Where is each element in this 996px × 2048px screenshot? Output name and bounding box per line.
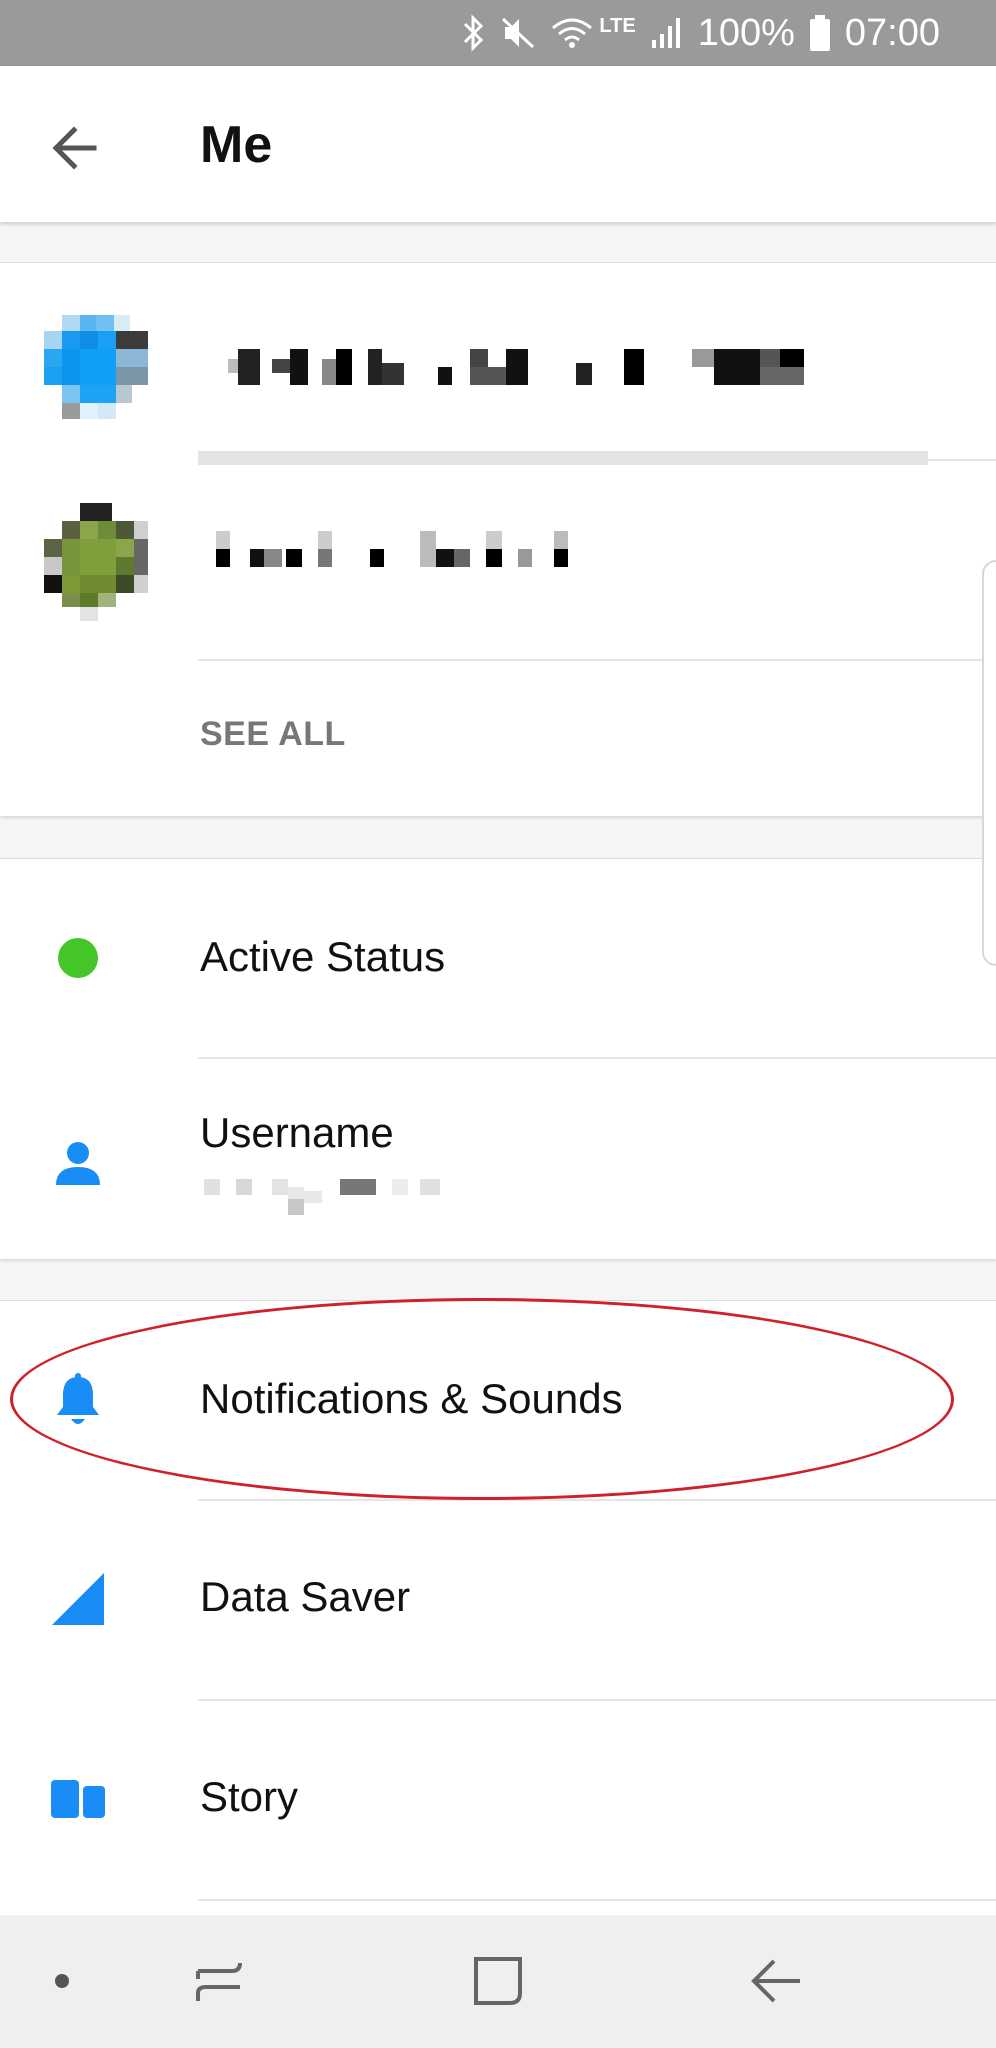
divider (198, 659, 996, 661)
app-bar: Me (0, 66, 996, 222)
green-dot-icon (44, 924, 112, 992)
back-icon[interactable] (744, 1949, 808, 2013)
profile-settings-card: Active Status Username (0, 858, 996, 1259)
story-icon (44, 1765, 112, 1833)
wifi-icon (549, 14, 595, 52)
avatar (44, 315, 148, 419)
preferences-card: Notifications & Sounds Data Saver Story (0, 1300, 996, 1921)
accounts-card: SEE ALL (0, 262, 996, 816)
notifications-sounds-label: Notifications & Sounds (200, 1375, 623, 1422)
avatar (44, 503, 148, 621)
story-item[interactable]: Story (0, 1701, 996, 1899)
page-title: Me (200, 116, 273, 174)
data-saver-item[interactable]: Data Saver (0, 1501, 996, 1699)
see-all-button[interactable]: SEE ALL (200, 715, 346, 754)
signal-triangle-icon (44, 1565, 112, 1633)
bluetooth-icon (461, 14, 487, 52)
bell-icon (44, 1367, 112, 1435)
network-type: LTE (599, 14, 636, 37)
story-label: Story (200, 1773, 299, 1820)
account-name-redacted (214, 531, 586, 567)
signal-icon (650, 16, 684, 50)
username-label: Username (200, 1109, 394, 1156)
clock: 07:00 (844, 11, 940, 54)
person-icon (44, 1129, 112, 1197)
edge-panel-handle[interactable] (982, 560, 996, 966)
recents-icon[interactable] (188, 1949, 252, 2013)
home-icon[interactable] (466, 1949, 530, 2013)
dot-icon[interactable] (30, 1949, 94, 2013)
data-saver-label: Data Saver (200, 1573, 411, 1620)
arrow-back-icon[interactable] (44, 116, 108, 180)
active-status-item[interactable]: Active Status (0, 859, 996, 1057)
account-item[interactable] (0, 461, 996, 657)
divider (198, 1899, 996, 1901)
username-value-redacted (200, 1179, 448, 1215)
username-item[interactable]: Username (0, 1059, 996, 1257)
account-item[interactable] (0, 263, 996, 459)
battery-level: 100% (697, 11, 795, 54)
account-name-redacted (228, 349, 818, 385)
status-bar: LTE 100% 07:00 (0, 0, 996, 66)
mute-icon (501, 15, 535, 51)
notifications-sounds-item[interactable]: Notifications & Sounds (0, 1301, 996, 1499)
active-status-label: Active Status (200, 933, 446, 980)
battery-icon (809, 14, 831, 52)
status-icons: LTE 100% 07:00 (461, 0, 940, 66)
navigation-bar (0, 1915, 996, 2048)
